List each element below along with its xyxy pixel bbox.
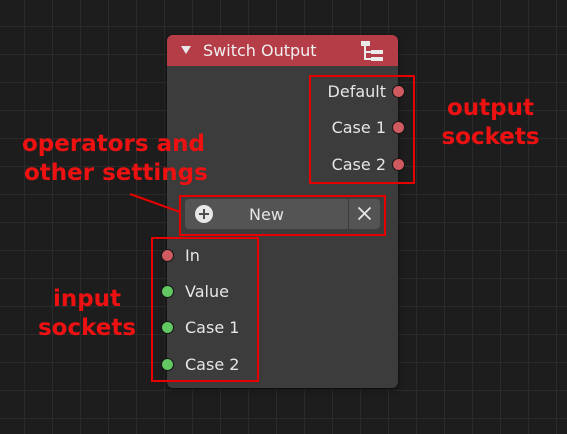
- node-title: Switch Output: [203, 41, 317, 60]
- input-sockets-annotation: input sockets: [37, 286, 137, 341]
- output-sockets-highlight: [309, 75, 415, 184]
- operators-highlight: [179, 195, 386, 236]
- node-tree-icon: [361, 41, 383, 63]
- input-sockets-highlight: [151, 237, 259, 382]
- node-header[interactable]: Switch Output: [167, 35, 398, 66]
- output-sockets-annotation: output sockets: [441, 95, 540, 150]
- collapse-triangle-icon[interactable]: [181, 46, 191, 54]
- operators-annotation: operators and other settings: [22, 131, 208, 186]
